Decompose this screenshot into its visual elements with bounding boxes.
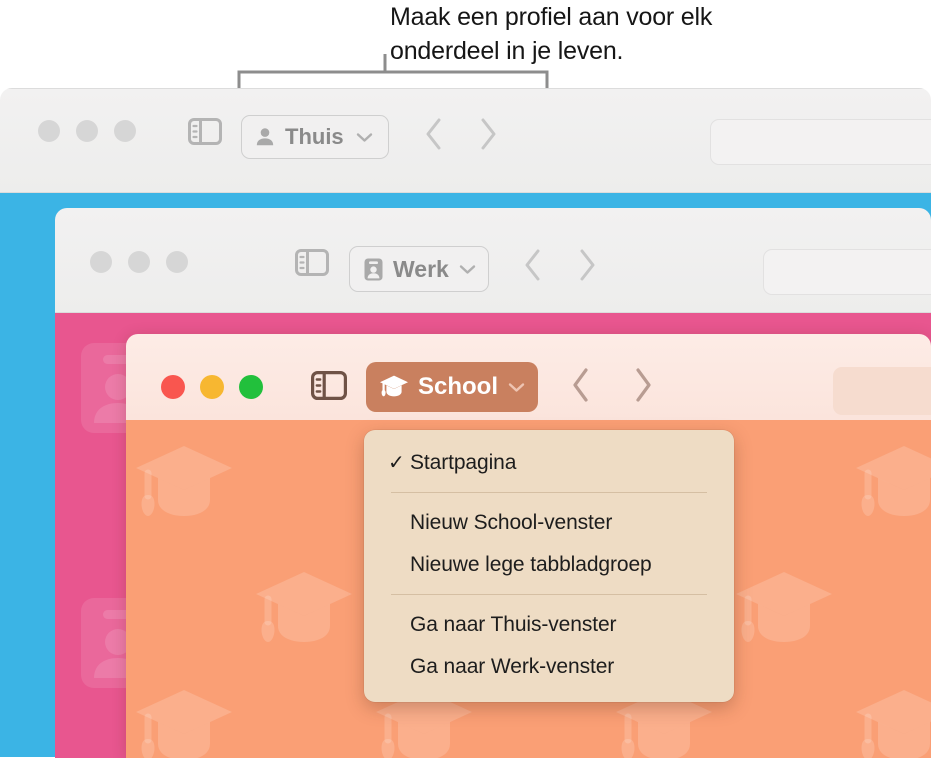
minimize-button[interactable]	[200, 375, 224, 399]
nav-arrows-school	[570, 366, 654, 404]
menu-item-nieuwe-lege-tabbladgroep[interactable]: Nieuwe lege tabbladgroep	[364, 544, 734, 586]
profile-button-thuis[interactable]: Thuis	[241, 115, 389, 159]
menu-separator	[391, 492, 707, 493]
menu-item-label: Ga naar Werk-venster	[410, 655, 615, 678]
profile-label-thuis: Thuis	[285, 124, 344, 149]
profile-button-school[interactable]: School	[366, 362, 538, 412]
chevron-left-icon[interactable]	[570, 366, 591, 404]
chevron-down-icon	[356, 132, 373, 143]
close-button[interactable]	[90, 251, 112, 273]
toolbar-thuis: Thuis	[0, 88, 931, 193]
traffic-lights-thuis	[38, 120, 136, 142]
close-button[interactable]	[161, 375, 185, 399]
sidebar-toggle-icon[interactable]	[295, 249, 329, 276]
profile-label-school: School	[418, 373, 499, 400]
menu-item-label: Startpagina	[410, 451, 517, 474]
profile-button-werk[interactable]: Werk	[349, 246, 489, 292]
traffic-lights-werk	[90, 251, 188, 273]
address-field-werk[interactable]	[763, 249, 931, 295]
toolbar-werk: Werk	[55, 208, 931, 313]
profile-label-werk: Werk	[393, 255, 449, 282]
chevron-down-icon	[508, 382, 525, 393]
minimize-button[interactable]	[76, 120, 98, 142]
close-button[interactable]	[38, 120, 60, 142]
callout-line-1: Maak een profiel aan voor elk	[390, 3, 713, 31]
zoom-button[interactable]	[239, 375, 263, 399]
chevron-right-icon[interactable]	[479, 117, 498, 151]
chevron-left-icon[interactable]	[523, 248, 542, 282]
toolbar-school: School	[126, 334, 931, 420]
menu-item-nieuw-school-venster[interactable]: Nieuw School-venster	[364, 502, 734, 544]
menu-separator	[391, 594, 707, 595]
address-field-thuis[interactable]	[710, 119, 931, 165]
chevron-left-icon[interactable]	[424, 117, 443, 151]
nav-arrows-thuis	[424, 117, 498, 151]
screenshot-root: Maak een profiel aan voor elk onderdeel …	[0, 0, 931, 758]
menu-item-label: Nieuwe lege tabbladgroep	[410, 553, 652, 576]
id-badge-icon	[362, 257, 384, 281]
sidebar-toggle-icon[interactable]	[311, 371, 347, 400]
chevron-down-icon	[459, 264, 476, 275]
zoom-button[interactable]	[166, 251, 188, 273]
checkmark-icon: ✓	[388, 452, 405, 474]
profile-menu[interactable]: ✓ Startpagina Nieuw School-venster Nieuw…	[364, 430, 734, 702]
menu-item-label: Nieuw School-venster	[410, 511, 613, 534]
address-field-school[interactable]	[833, 367, 931, 415]
sidebar-toggle-icon[interactable]	[188, 118, 222, 145]
traffic-lights-school	[161, 375, 263, 399]
chevron-right-icon[interactable]	[633, 366, 654, 404]
menu-item-ga-naar-werk-venster[interactable]: Ga naar Werk-venster	[364, 646, 734, 688]
menu-item-ga-naar-thuis-venster[interactable]: Ga naar Thuis-venster	[364, 604, 734, 646]
minimize-button[interactable]	[128, 251, 150, 273]
menu-item-startpagina[interactable]: ✓ Startpagina	[364, 442, 734, 484]
graduation-cap-icon	[379, 374, 409, 400]
zoom-button[interactable]	[114, 120, 136, 142]
chevron-right-icon[interactable]	[578, 248, 597, 282]
menu-item-label: Ga naar Thuis-venster	[410, 613, 617, 636]
person-icon	[254, 126, 276, 148]
nav-arrows-werk	[523, 248, 597, 282]
